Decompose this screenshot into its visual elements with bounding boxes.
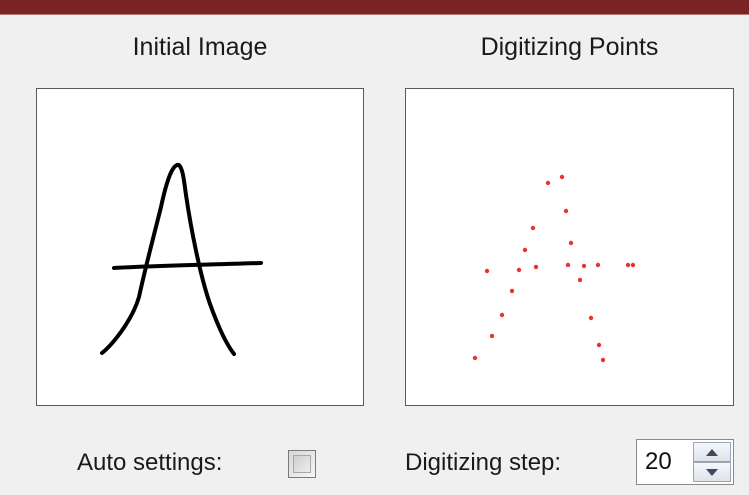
auto-settings-label: Auto settings: xyxy=(77,449,223,476)
digitized-point xyxy=(595,262,601,268)
digitized-point xyxy=(545,180,551,186)
auto-settings-checkbox[interactable] xyxy=(288,450,316,478)
stepper-down-button[interactable] xyxy=(693,462,731,482)
initial-image-canvas[interactable] xyxy=(36,88,364,406)
digitized-point xyxy=(533,264,539,270)
digitized-point xyxy=(625,262,631,268)
digitized-point xyxy=(600,357,606,363)
digitized-point xyxy=(516,267,522,273)
digitized-point xyxy=(565,262,571,268)
digitizing-step-label: Digitizing step: xyxy=(405,449,562,476)
digitized-point xyxy=(472,355,478,361)
down-arrow-icon xyxy=(706,468,718,476)
digitized-point xyxy=(489,333,495,339)
letter-crossbar-stroke xyxy=(112,261,263,270)
handwritten-letter-drawing xyxy=(100,162,263,356)
digitized-point xyxy=(581,263,587,269)
digitized-point xyxy=(588,315,594,321)
digitized-point xyxy=(630,262,636,268)
initial-image-caption: Initial Image xyxy=(132,33,268,61)
window-title-bar xyxy=(0,0,749,14)
digitized-point xyxy=(499,312,505,318)
digitized-point xyxy=(563,208,569,214)
digitized-point xyxy=(484,268,490,274)
digitizing-step-stepper[interactable]: 20 xyxy=(636,439,734,485)
digitizing-points-caption: Digitizing Points xyxy=(480,33,659,61)
letter-left-stroke xyxy=(100,162,188,355)
digitizing-step-value[interactable]: 20 xyxy=(645,440,672,484)
digitized-point xyxy=(577,277,583,283)
digitized-point xyxy=(509,288,515,294)
digitized-point xyxy=(522,247,528,253)
digitizing-points-canvas[interactable] xyxy=(405,88,734,406)
digitized-point xyxy=(530,225,536,231)
digitized-point xyxy=(559,174,565,180)
digitized-point xyxy=(568,240,574,246)
digitized-points-plot xyxy=(472,174,636,363)
title-bar-divider xyxy=(0,14,749,15)
letter-right-stroke xyxy=(184,193,236,356)
stepper-up-button[interactable] xyxy=(693,442,731,462)
up-arrow-icon xyxy=(706,448,718,456)
digitized-point xyxy=(596,342,602,348)
